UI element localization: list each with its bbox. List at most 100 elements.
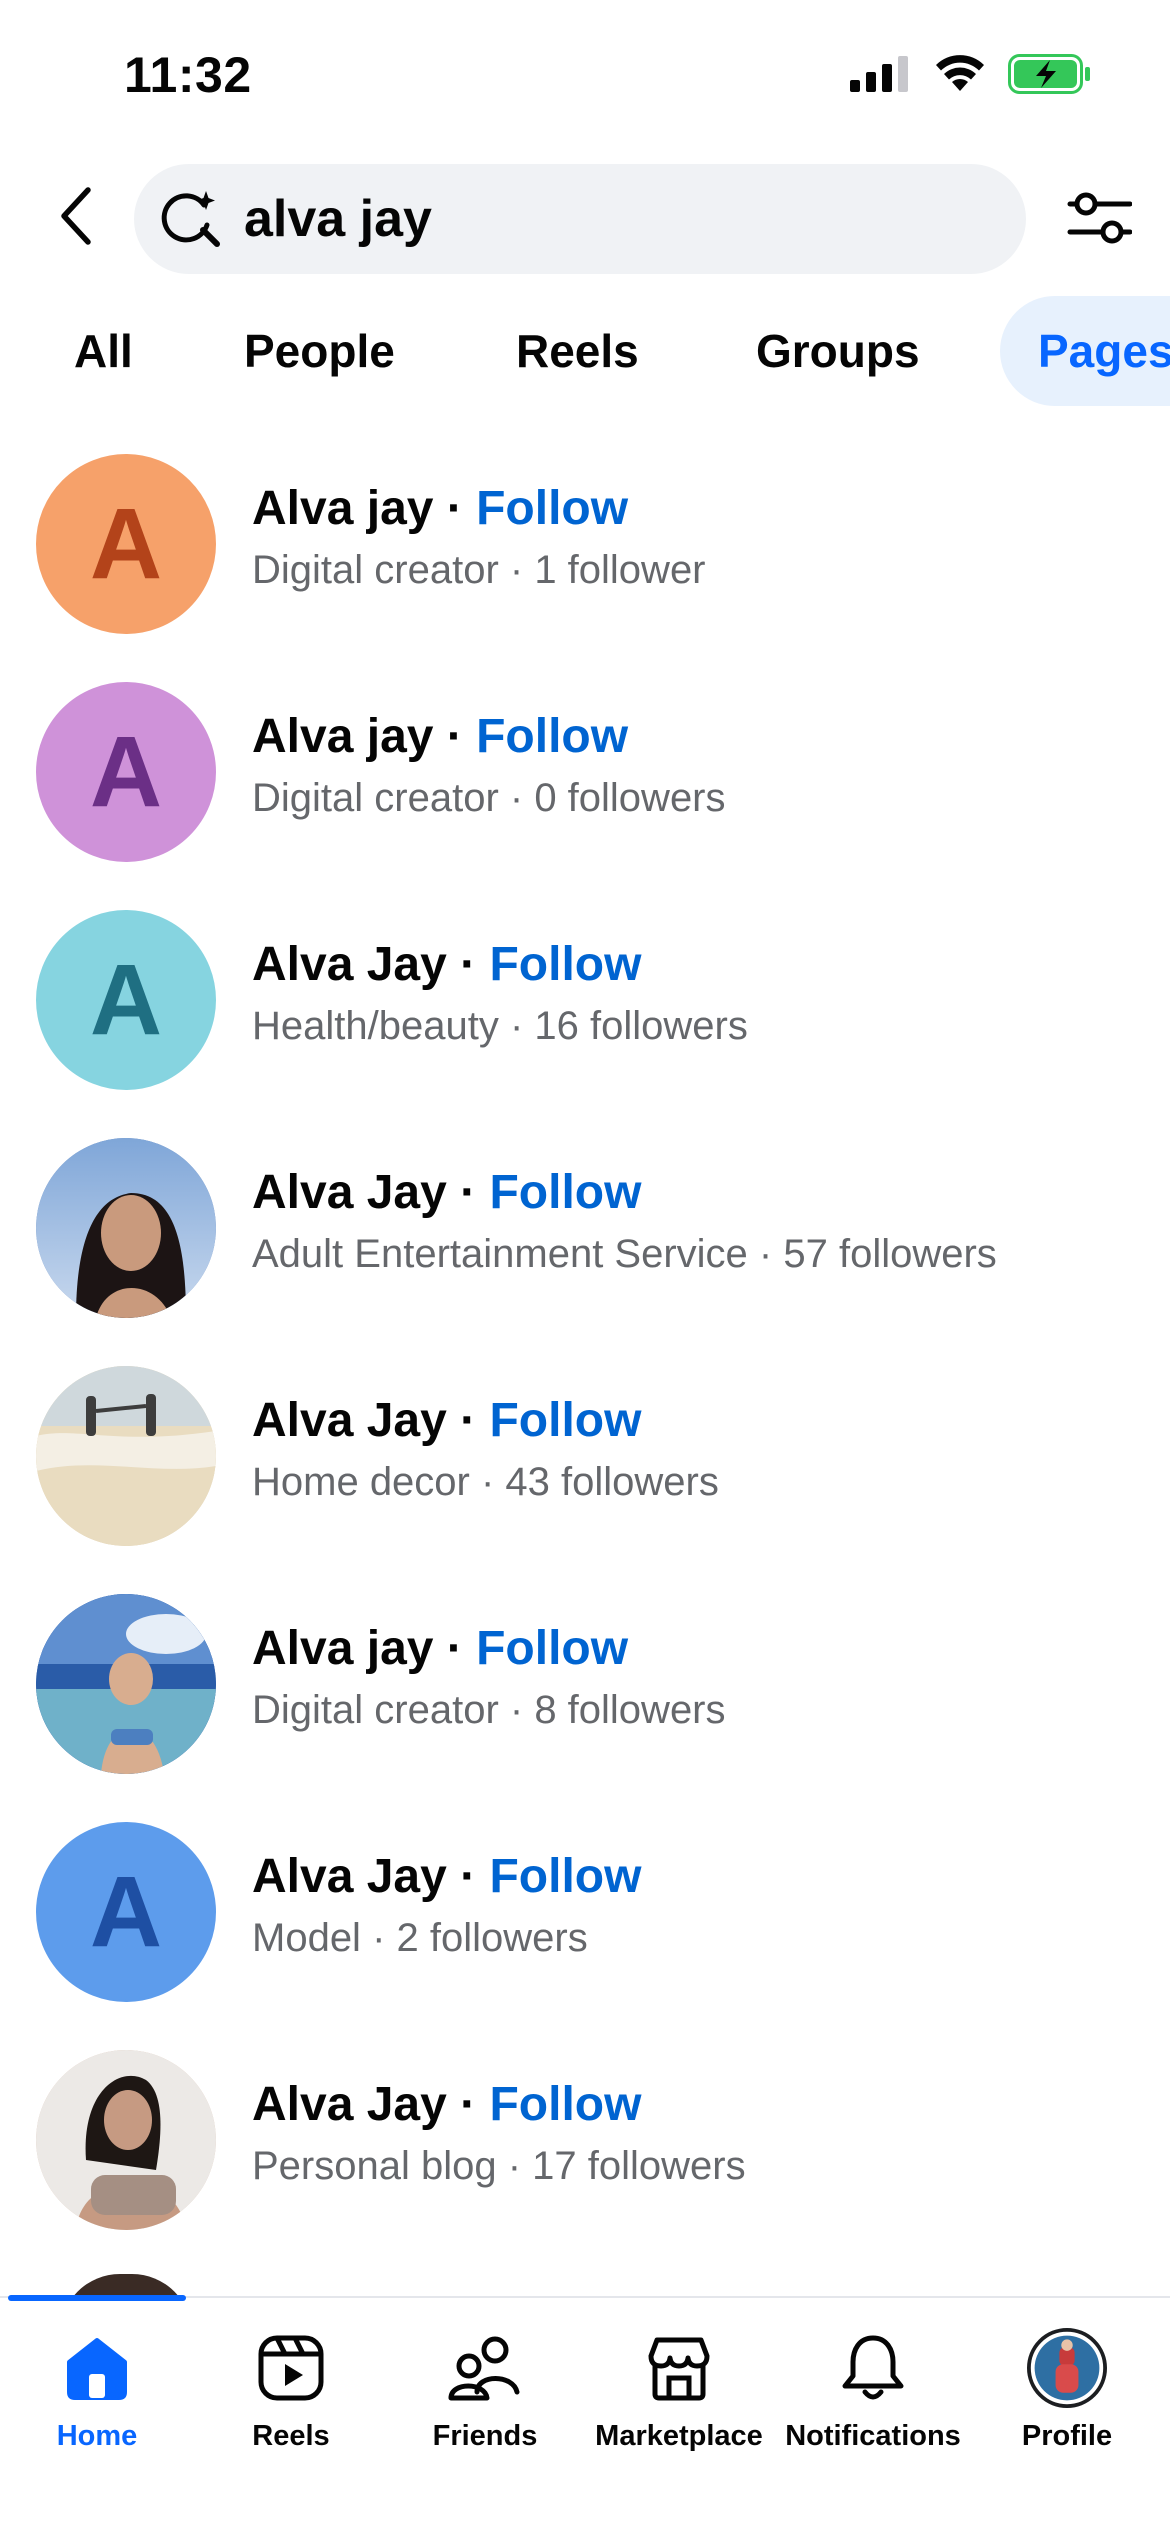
tab-pages[interactable]: Pages [1000,296,1170,406]
marketplace-icon [639,2328,719,2408]
list-item[interactable]: A Alva Jay · Follow Model · 2 followers [0,1808,1170,2036]
page-category: Model [252,1916,361,1960]
avatar-photo[interactable] [36,1138,216,1318]
meta-line: Digital creator · 0 followers [252,776,726,820]
nav-label: Profile [1021,2420,1113,2452]
ai-search-icon [160,187,224,251]
nav-friends[interactable]: Friends [388,2328,582,2453]
page-category: Digital creator [252,548,499,592]
follow-button[interactable]: Follow [489,1394,641,1447]
list-item[interactable]: Alva Jay · Follow Home decor · 43 follow… [0,1352,1170,1580]
friends-icon [445,2328,525,2408]
name-line: Alva Jay · Follow [252,1848,641,1906]
result-text: Alva Jay · Follow Health/beauty · 16 fol… [252,936,748,1052]
wifi-icon [934,55,986,98]
list-item[interactable]: Alva Jay · Follow Personal blog · 17 fol… [0,2036,1170,2264]
profile-photo-portrait [36,2050,216,2230]
tab-groups[interactable]: Groups [756,296,920,406]
page-category: Health/beauty [252,1004,499,1048]
search-header: alva jay [0,160,1170,276]
nav-notifications[interactable]: Notifications [776,2328,970,2453]
avatar-photo[interactable] [36,1366,216,1546]
follow-button[interactable]: Follow [489,1166,641,1219]
page-name[interactable]: Alva Jay [252,938,447,991]
reels-icon [251,2328,331,2408]
avatar-letter: A [89,715,163,828]
follower-count: 1 follower [534,548,706,592]
tab-reels[interactable]: Reels [516,296,639,406]
follow-button[interactable]: Follow [489,938,641,991]
back-button[interactable] [40,182,112,254]
status-icons [850,54,1092,99]
meta-line: Model · 2 followers [252,1916,588,1960]
page-name[interactable]: Alva Jay [252,1394,447,1447]
follower-count: 16 followers [534,1004,748,1048]
avatar[interactable]: A [36,1822,216,2002]
tab-people[interactable]: People [244,296,395,406]
meta-line: Health/beauty · 16 followers [252,1004,748,1048]
avatar-letter: A [89,1855,163,1968]
profile-photo-beach [36,1366,216,1546]
result-text: Alva jay · Follow Digital creator · 0 fo… [252,708,726,824]
nav-label: Notifications [785,2420,961,2452]
page-category: Personal blog [252,2144,497,2188]
follow-button[interactable]: Follow [476,1622,628,1675]
list-item[interactable]: A Alva Jay · Follow Health/beauty · 16 f… [0,896,1170,1124]
separator-dot: · [446,2078,490,2131]
follow-button[interactable]: Follow [476,482,628,535]
follower-count: 17 followers [532,2144,746,2188]
separator-dot: · [446,1166,490,1219]
nav-reels[interactable]: Reels [194,2328,388,2453]
page-name[interactable]: Alva Jay [252,1850,447,1903]
avatar[interactable]: A [36,454,216,634]
meta-line: Digital creator · 1 follower [252,548,706,592]
page-name[interactable]: Alva jay [252,482,433,535]
avatar-letter: A [89,487,163,600]
status-bar: 11:32 [0,0,1170,150]
sliders-icon [1066,190,1133,251]
avatar-photo[interactable] [36,1594,216,1774]
follow-button[interactable]: Follow [489,1850,641,1903]
separator-dot: · [433,482,477,535]
page-name[interactable]: Alva jay [252,1622,433,1675]
page-name[interactable]: Alva Jay [252,1166,447,1219]
nav-label: Home [56,2420,138,2452]
nav-profile[interactable]: Profile [970,2328,1164,2453]
meta-line: Home decor · 43 followers [252,1460,719,1504]
follow-button[interactable]: Follow [476,710,628,763]
meta-line: Adult Entertainment Service · 57 followe… [252,1232,997,1276]
nav-label: Reels [252,2420,330,2452]
cellular-signal-icon [850,56,912,97]
search-input[interactable]: alva jay [134,164,1026,274]
page-name[interactable]: Alva Jay [252,2078,447,2131]
result-text: Alva jay · Follow Digital creator · 8 fo… [252,1620,726,1736]
battery-charging-icon [1008,54,1092,99]
follower-count: 57 followers [783,1232,997,1276]
avatar[interactable]: A [36,910,216,1090]
follower-count: 43 followers [505,1460,719,1504]
name-line: Alva jay · Follow [252,708,726,766]
avatar-photo[interactable] [36,2050,216,2230]
nav-home[interactable]: Home [0,2328,194,2453]
nav-label: Friends [432,2420,538,2452]
nav-marketplace[interactable]: Marketplace [582,2328,776,2453]
name-line: Alva Jay · Follow [252,936,748,994]
page-category: Adult Entertainment Service [252,1232,748,1276]
result-text: Alva Jay · Follow Adult Entertainment Se… [252,1164,997,1280]
name-line: Alva jay · Follow [252,1620,726,1678]
list-item[interactable]: Alva jay · Follow Digital creator · 8 fo… [0,1580,1170,1808]
list-item[interactable]: A Alva jay · Follow Digital creator · 1 … [0,440,1170,668]
active-tab-indicator [8,2295,186,2301]
filter-button[interactable] [1058,184,1140,256]
profile-photo-ocean [36,1594,216,1774]
avatar[interactable]: A [36,682,216,862]
page-name[interactable]: Alva jay [252,710,433,763]
list-item[interactable]: Alva Jay · Follow Adult Entertainment Se… [0,1124,1170,1352]
follow-button[interactable]: Follow [489,2078,641,2131]
tab-all[interactable]: All [74,296,133,406]
name-line: Alva Jay · Follow [252,1392,719,1450]
name-line: Alva Jay · Follow [252,1164,997,1222]
nav-label: Marketplace [595,2420,763,2452]
list-item[interactable]: A Alva jay · Follow Digital creator · 0 … [0,668,1170,896]
meta-line: Digital creator · 8 followers [252,1688,726,1732]
